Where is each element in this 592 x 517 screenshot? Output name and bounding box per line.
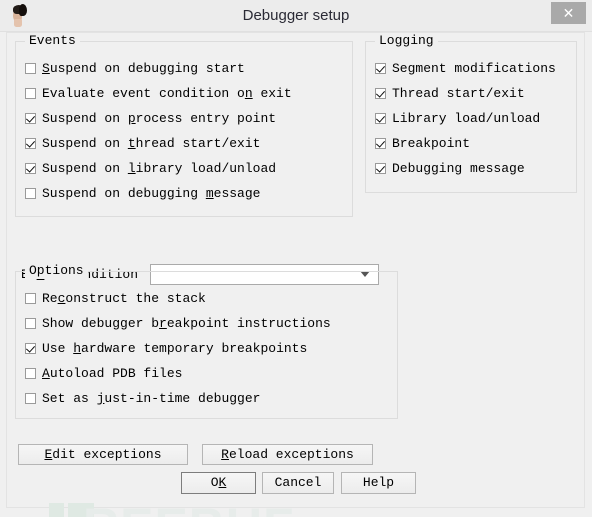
checkbox-unchecked-icon[interactable] bbox=[25, 63, 36, 74]
checkbox-checked-icon[interactable] bbox=[25, 113, 36, 124]
options-checkbox-label-2: Use hardware temporary breakpoints bbox=[42, 341, 308, 356]
events-checkbox-label-3: Suspend on thread start/exit bbox=[42, 136, 261, 151]
events-checkbox-label-1: Evaluate event condition on exit bbox=[42, 86, 292, 101]
checkbox-unchecked-icon[interactable] bbox=[25, 368, 36, 379]
events-checkbox-3[interactable]: Suspend on thread start/exit bbox=[25, 134, 260, 153]
logging-checkbox-label-4: Debugging message bbox=[392, 161, 525, 176]
checkbox-unchecked-icon[interactable] bbox=[25, 188, 36, 199]
events-checkbox-label-5: Suspend on debugging message bbox=[42, 186, 261, 201]
close-icon[interactable]: ✕ bbox=[551, 2, 586, 24]
events-group-legend: Events bbox=[25, 33, 80, 48]
events-group: Events Suspend on debugging start Evaluat… bbox=[15, 33, 353, 217]
logging-checkbox-3[interactable]: Breakpoint bbox=[375, 134, 470, 153]
checkbox-checked-icon[interactable] bbox=[375, 88, 386, 99]
reload-exceptions-button[interactable]: Reload exceptions bbox=[202, 444, 373, 465]
events-checkbox-1[interactable]: Evaluate event condition on exit bbox=[25, 84, 292, 103]
options-checkbox-1[interactable]: Show debugger breakpoint instructions bbox=[25, 314, 331, 333]
title-bar: Debugger setup ✕ bbox=[0, 0, 592, 32]
checkbox-unchecked-icon[interactable] bbox=[25, 393, 36, 404]
logging-group: Logging Segment modifications Thread star… bbox=[365, 33, 577, 193]
options-checkbox-4[interactable]: Set as just-in-time debugger bbox=[25, 389, 260, 408]
debugger-setup-dialog: Debugger setup ✕ REEBUF Events Suspend o… bbox=[0, 0, 592, 517]
events-checkbox-label-0: Suspend on debugging start bbox=[42, 61, 245, 76]
help-button[interactable]: Help bbox=[341, 472, 416, 494]
logging-checkbox-2[interactable]: Library load/unload bbox=[375, 109, 540, 128]
window-title: Debugger setup bbox=[242, 7, 350, 24]
cancel-button[interactable]: Cancel bbox=[262, 472, 334, 494]
watermark-text: REEBUF bbox=[83, 497, 295, 517]
checkbox-unchecked-icon[interactable] bbox=[25, 293, 36, 304]
checkbox-checked-icon[interactable] bbox=[25, 343, 36, 354]
freebuf-watermark: REEBUF bbox=[27, 498, 347, 517]
checkbox-checked-icon[interactable] bbox=[375, 63, 386, 74]
edit-exceptions-button[interactable]: Edit exceptions bbox=[18, 444, 188, 465]
logging-checkbox-1[interactable]: Thread start/exit bbox=[375, 84, 525, 103]
options-group-legend: Options bbox=[25, 263, 88, 278]
logging-checkbox-0[interactable]: Segment modifications bbox=[375, 59, 556, 78]
checkbox-checked-icon[interactable] bbox=[375, 163, 386, 174]
dialog-client-area: REEBUF Events Suspend on debugging start… bbox=[6, 32, 585, 517]
logging-checkbox-4[interactable]: Debugging message bbox=[375, 159, 525, 178]
events-checkbox-label-2: Suspend on process entry point bbox=[42, 111, 277, 126]
logging-group-legend: Logging bbox=[375, 33, 438, 48]
events-checkbox-2[interactable]: Suspend on process entry point bbox=[25, 109, 276, 128]
checkbox-checked-icon[interactable] bbox=[25, 163, 36, 174]
options-group: Options Reconstruct the stack Show debugg… bbox=[15, 263, 398, 419]
logging-checkbox-label-3: Breakpoint bbox=[392, 136, 471, 151]
logging-checkbox-label-0: Segment modifications bbox=[392, 61, 556, 76]
checkbox-unchecked-icon[interactable] bbox=[25, 88, 36, 99]
options-checkbox-label-0: Reconstruct the stack bbox=[42, 291, 206, 306]
logging-checkbox-label-2: Library load/unload bbox=[392, 111, 541, 126]
checkbox-checked-icon[interactable] bbox=[375, 113, 386, 124]
options-checkbox-label-3: Autoload PDB files bbox=[42, 366, 183, 381]
checkbox-checked-icon[interactable] bbox=[375, 138, 386, 149]
events-checkbox-4[interactable]: Suspend on library load/unload bbox=[25, 159, 276, 178]
options-checkbox-3[interactable]: Autoload PDB files bbox=[25, 364, 182, 383]
options-checkbox-0[interactable]: Reconstruct the stack bbox=[25, 289, 206, 308]
events-checkbox-label-4: Suspend on library load/unload bbox=[42, 161, 277, 176]
events-checkbox-0[interactable]: Suspend on debugging start bbox=[25, 59, 245, 78]
logging-checkbox-label-1: Thread start/exit bbox=[392, 86, 525, 101]
checkbox-unchecked-icon[interactable] bbox=[25, 318, 36, 329]
options-checkbox-2[interactable]: Use hardware temporary breakpoints bbox=[25, 339, 307, 358]
ok-button[interactable]: OK bbox=[181, 472, 256, 494]
events-checkbox-5[interactable]: Suspend on debugging message bbox=[25, 184, 260, 203]
options-checkbox-label-1: Show debugger breakpoint instructions bbox=[42, 316, 331, 331]
checkbox-checked-icon[interactable] bbox=[25, 138, 36, 149]
options-checkbox-label-4: Set as just-in-time debugger bbox=[42, 391, 261, 406]
